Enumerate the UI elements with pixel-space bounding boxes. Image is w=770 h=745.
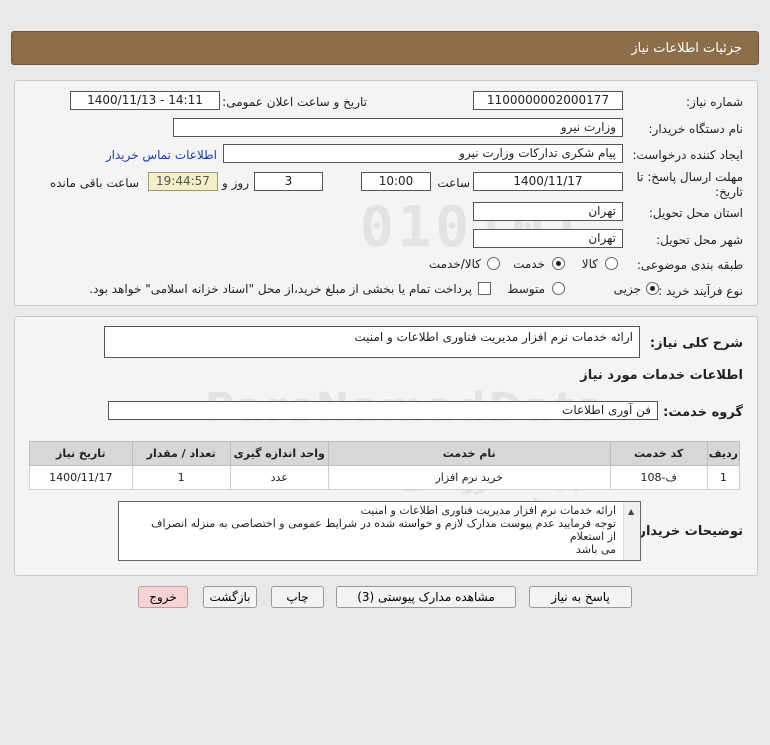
- process-radio-minor[interactable]: [646, 282, 659, 295]
- cell-service-code: ف-108: [609, 465, 708, 490]
- note-line: از استعلام: [569, 530, 616, 543]
- creator-field: پیام شکری تدارکات وزارت نیرو: [223, 144, 623, 163]
- cell-unit: عدد: [229, 465, 329, 490]
- category-radio-goods[interactable]: [605, 257, 618, 270]
- category-label: طبقه بندی موضوعی:: [636, 258, 743, 272]
- cell-quantity: 1: [131, 465, 231, 490]
- reply-button[interactable]: پاسخ به نیاز: [529, 586, 632, 608]
- city-field: تهران: [473, 229, 623, 248]
- city-label: شهر محل تحویل:: [656, 233, 743, 247]
- deadline-label: مهلت ارسال پاسخ: تا تاریخ:: [636, 170, 743, 199]
- note-line: توجه فرمایید عدم پیوست مدارک لازم و خواس…: [151, 517, 616, 530]
- table-row: 1 ف-108 خرید نرم افزار عدد 1 1400/11/17: [29, 465, 741, 490]
- process-radio-medium[interactable]: [552, 282, 565, 295]
- buyer-notes-textarea[interactable]: ▲ ارائه خدمات نرم افزار مدیریت فناوری اط…: [118, 501, 641, 561]
- days-field: 3: [254, 172, 323, 191]
- exit-button[interactable]: خروج: [138, 586, 188, 608]
- col-service-code: کد خدمت: [609, 441, 708, 466]
- page-title: جزئیات اطلاعات نیاز: [631, 41, 742, 56]
- deadline-time-field: 10:00: [361, 172, 431, 191]
- notes-scrollbar[interactable]: ▲: [623, 502, 640, 560]
- process-option-medium: متوسط: [507, 282, 545, 296]
- announce-field: 1400/11/13 - 14:11: [70, 91, 220, 110]
- buyer-contact-link[interactable]: اطلاعات تماس خریدار: [106, 148, 217, 162]
- payment-note: پرداخت تمام یا بخشی از مبلغ خرید،از محل …: [89, 282, 472, 296]
- province-field: تهران: [473, 202, 623, 221]
- scroll-up-icon[interactable]: ▲: [628, 505, 634, 518]
- service-group-field: فن آوری اطلاعات: [108, 401, 658, 420]
- back-button[interactable]: بازگشت: [203, 586, 257, 608]
- col-row-number: ردیف: [706, 441, 741, 466]
- province-label: استان محل تحویل:: [648, 206, 743, 220]
- col-need-date: تاریخ نیاز: [29, 441, 133, 466]
- need-number-label: شماره نیاز:: [686, 95, 743, 109]
- col-service-name: نام خدمت: [327, 441, 611, 466]
- category-option-service: خدمت: [513, 257, 545, 271]
- summary-field: ارائه خدمات نرم افزار مدیریت فناوری اطلا…: [104, 326, 640, 358]
- process-label: نوع فرآیند خرید :: [658, 284, 743, 298]
- deadline-date-field: 1400/11/17: [473, 172, 623, 191]
- summary-label: شرح کلی نیاز:: [649, 336, 743, 351]
- deadline-time-label: ساعت: [437, 176, 470, 190]
- remaining-label: ساعت باقی مانده: [49, 176, 139, 190]
- buyer-notes-label: توضیحات خریدار:: [633, 524, 743, 539]
- note-line: ارائه خدمات نرم افزار مدیریت فناوری اطلا…: [360, 504, 616, 517]
- services-table: ردیف کد خدمت نام خدمت واحد اندازه گیری ت…: [29, 441, 741, 490]
- announce-label: تاریخ و ساعت اعلان عمومی:: [222, 95, 367, 109]
- buyer-org-label: نام دستگاه خریدار:: [648, 122, 744, 136]
- creator-label: ایجاد کننده درخواست:: [632, 148, 743, 162]
- process-option-minor: جزیی: [613, 282, 641, 296]
- category-option-goods-service: کالا/خدمت: [428, 257, 481, 271]
- need-number-field: 1100000002000177: [473, 91, 623, 110]
- cell-need-date: 1400/11/17: [29, 465, 133, 490]
- col-unit: واحد اندازه گیری: [229, 441, 329, 466]
- services-heading: اطلاعات خدمات مورد نیاز: [580, 368, 743, 383]
- remaining-time-field: 19:44:57: [148, 172, 218, 191]
- cell-service-name: خرید نرم افزار: [327, 465, 611, 490]
- category-option-goods: کالا: [581, 257, 598, 271]
- service-group-label: گروه خدمت:: [663, 405, 743, 420]
- buyer-org-field: وزارت نیرو: [173, 118, 623, 137]
- cell-row-number: 1: [706, 465, 741, 490]
- treasury-checkbox[interactable]: [478, 282, 491, 295]
- note-line: می باشد: [576, 543, 616, 556]
- col-quantity: تعداد / مقدار: [131, 441, 231, 466]
- category-radio-service[interactable]: [552, 257, 565, 270]
- days-label: روز و: [222, 176, 249, 190]
- category-radio-goods-service[interactable]: [487, 257, 500, 270]
- page-header: جزئیات اطلاعات نیاز: [11, 31, 759, 65]
- table-header-row: ردیف کد خدمت نام خدمت واحد اندازه گیری ت…: [29, 441, 741, 466]
- view-documents-button[interactable]: مشاهده مدارک پیوستی (3): [336, 586, 516, 608]
- print-button[interactable]: چاپ: [271, 586, 324, 608]
